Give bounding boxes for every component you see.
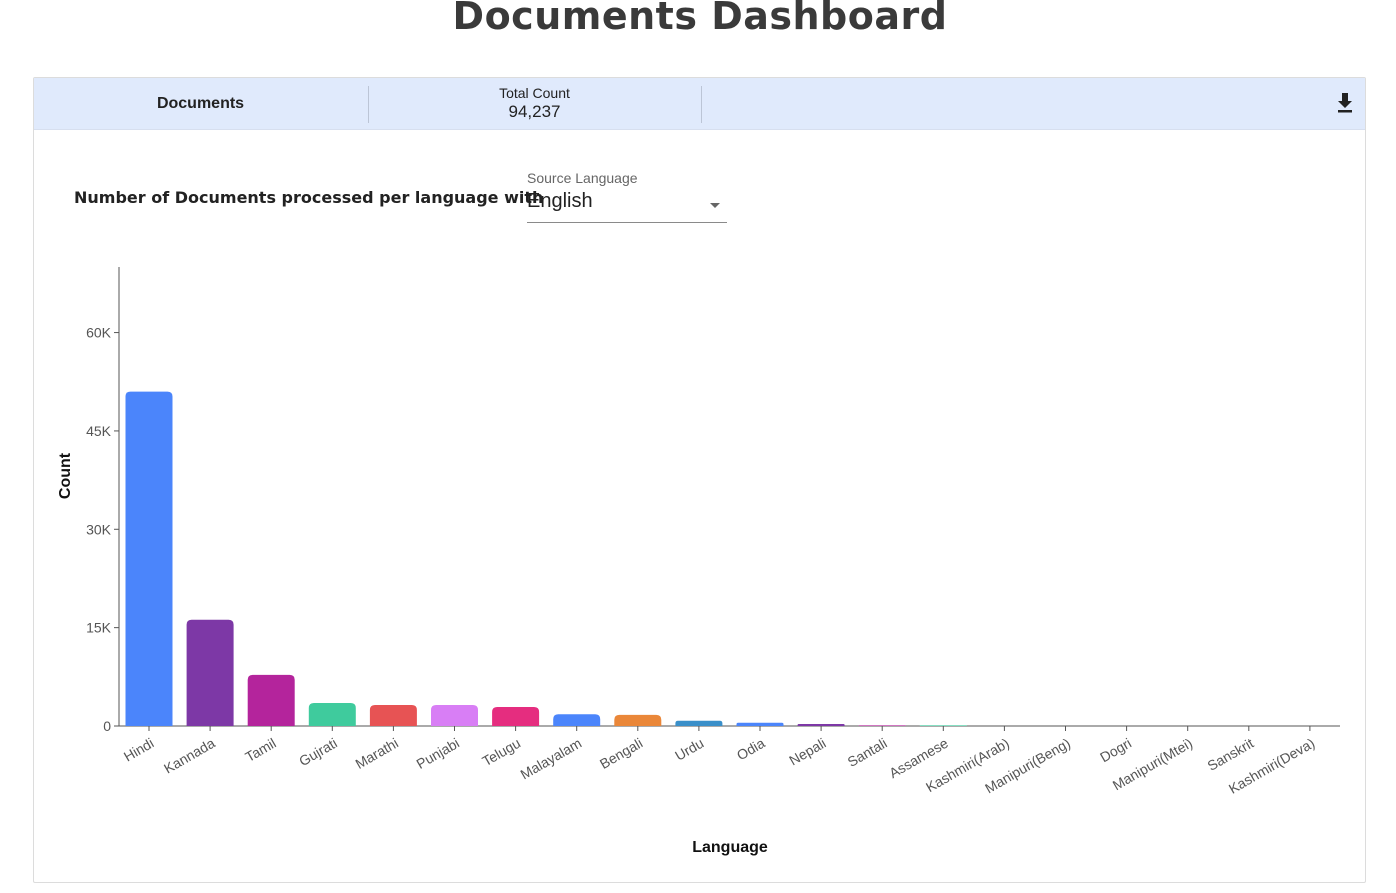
x-tick-label: Marathi [352, 735, 400, 772]
bar-bengali [614, 714, 662, 726]
bar-kannada [186, 619, 234, 726]
x-tick-label: Punjabi [414, 735, 462, 772]
bar-odia [736, 722, 784, 726]
bar-assamese [919, 725, 967, 726]
y-tick-label: 45K [86, 423, 112, 439]
x-tick-label: Kannada [161, 735, 218, 777]
x-tick-label: Tamil [242, 735, 278, 765]
x-tick-label: Odia [734, 735, 768, 764]
x-tick-label: Santali [845, 735, 890, 770]
x-tick-label: Urdu [672, 735, 706, 764]
x-tick-label: Gujrati [296, 735, 340, 769]
x-tick-label: Nepali [786, 735, 828, 769]
bar-gujrati [308, 703, 356, 726]
y-tick-label: 0 [103, 718, 111, 734]
x-tick-label: Dogri [1097, 735, 1134, 766]
x-tick-label: Sanskrit [1204, 735, 1256, 774]
x-tick-label: Telugu [479, 735, 523, 769]
y-tick-label: 60K [86, 325, 112, 341]
bar-telugu [492, 706, 540, 726]
bar-chart: 0 15K 30K 45K 60K Hindi Kannada Tamil Gujrati Mar… [57, 267, 1340, 856]
bar-marathi [369, 705, 417, 726]
bar-punjabi [431, 705, 478, 726]
x-tick-label: Hindi [121, 735, 157, 765]
bar-tamil [247, 674, 295, 726]
x-tick-label: Malayalam [518, 735, 585, 783]
x-tick-label: Bengali [597, 735, 645, 772]
x-axis-title: Language [692, 839, 768, 856]
bar-urdu [675, 720, 723, 726]
bar-nepali [797, 724, 845, 726]
bar-hindi [125, 391, 173, 726]
y-tick-label: 30K [86, 521, 112, 537]
bar-santali [858, 725, 906, 726]
y-axis-title: Count [57, 452, 74, 499]
bar-malayalam [553, 714, 601, 726]
y-tick-label: 15K [86, 620, 112, 636]
